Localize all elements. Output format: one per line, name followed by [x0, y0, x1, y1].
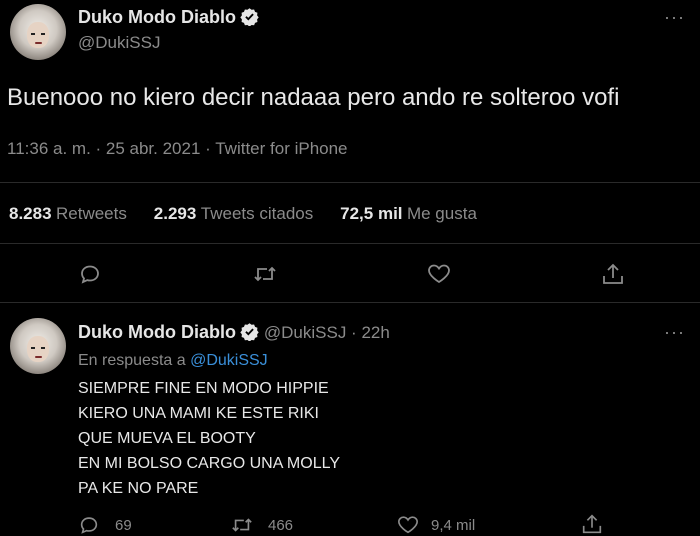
reply-line: QUE MUEVA EL BOOTY — [78, 430, 256, 447]
divider — [0, 243, 700, 244]
reply-more-options-button[interactable]: ··· — [664, 322, 685, 343]
tweet-text: Buenooo no kiero decir nadaaa pero ando … — [7, 84, 620, 111]
reply-author-name[interactable]: Duko Modo Diablo — [78, 322, 236, 342]
like-icon[interactable] — [396, 514, 420, 536]
stat-likes[interactable]: 72,5 mil Me gusta — [340, 204, 477, 223]
tweet-timestamp[interactable]: 11:36 a. m. · 25 abr. 2021 · Twitter for… — [7, 139, 348, 159]
reply-icon[interactable] — [78, 262, 102, 286]
reply-handle-time[interactable]: @DukiSSJ · 22h — [264, 323, 390, 342]
avatar[interactable] — [10, 318, 66, 374]
reply-line: KIERO UNA MAMI KE ESTE RIKI — [78, 405, 319, 422]
stat-quote-tweets[interactable]: 2.293 Tweets citados — [154, 204, 318, 223]
author-row: Duko Modo Diablo — [78, 7, 260, 28]
verified-badge-icon — [240, 322, 260, 342]
stats-bar: 8.283 Retweets 2.293 Tweets citados 72,5… — [9, 204, 477, 224]
author-name[interactable]: Duko Modo Diablo — [78, 7, 236, 27]
share-icon[interactable] — [580, 512, 604, 536]
reply-author-row: Duko Modo Diablo @DukiSSJ · 22h — [78, 322, 390, 343]
divider — [0, 302, 700, 303]
in-reply-to-link[interactable]: @DukiSSJ — [190, 352, 268, 369]
reply-text: SIEMPRE FINE EN MODO HIPPIE KIERO UNA MA… — [78, 376, 340, 501]
share-icon[interactable] — [600, 261, 626, 287]
in-reply-to: En respuesta a @DukiSSJ — [78, 352, 268, 369]
like-icon[interactable] — [426, 262, 452, 286]
reply-line: EN MI BOLSO CARGO UNA MOLLY — [78, 455, 340, 472]
retweet-icon[interactable] — [252, 262, 278, 286]
retweet-icon[interactable] — [230, 514, 254, 536]
divider — [0, 182, 700, 183]
avatar[interactable] — [10, 4, 66, 60]
retweet-count: 466 — [268, 517, 294, 534]
reply-count: 69 — [115, 517, 132, 534]
like-count: 9,4 mil — [431, 517, 476, 534]
author-handle[interactable]: @DukiSSJ — [78, 33, 160, 53]
reply-line: SIEMPRE FINE EN MODO HIPPIE — [78, 380, 329, 397]
stat-retweets[interactable]: 8.283 Retweets — [9, 204, 131, 223]
more-options-button[interactable]: ··· — [664, 7, 685, 28]
reply-line: PA KE NO PARE — [78, 480, 199, 497]
verified-badge-icon — [240, 7, 260, 27]
reply-icon[interactable] — [78, 514, 100, 536]
